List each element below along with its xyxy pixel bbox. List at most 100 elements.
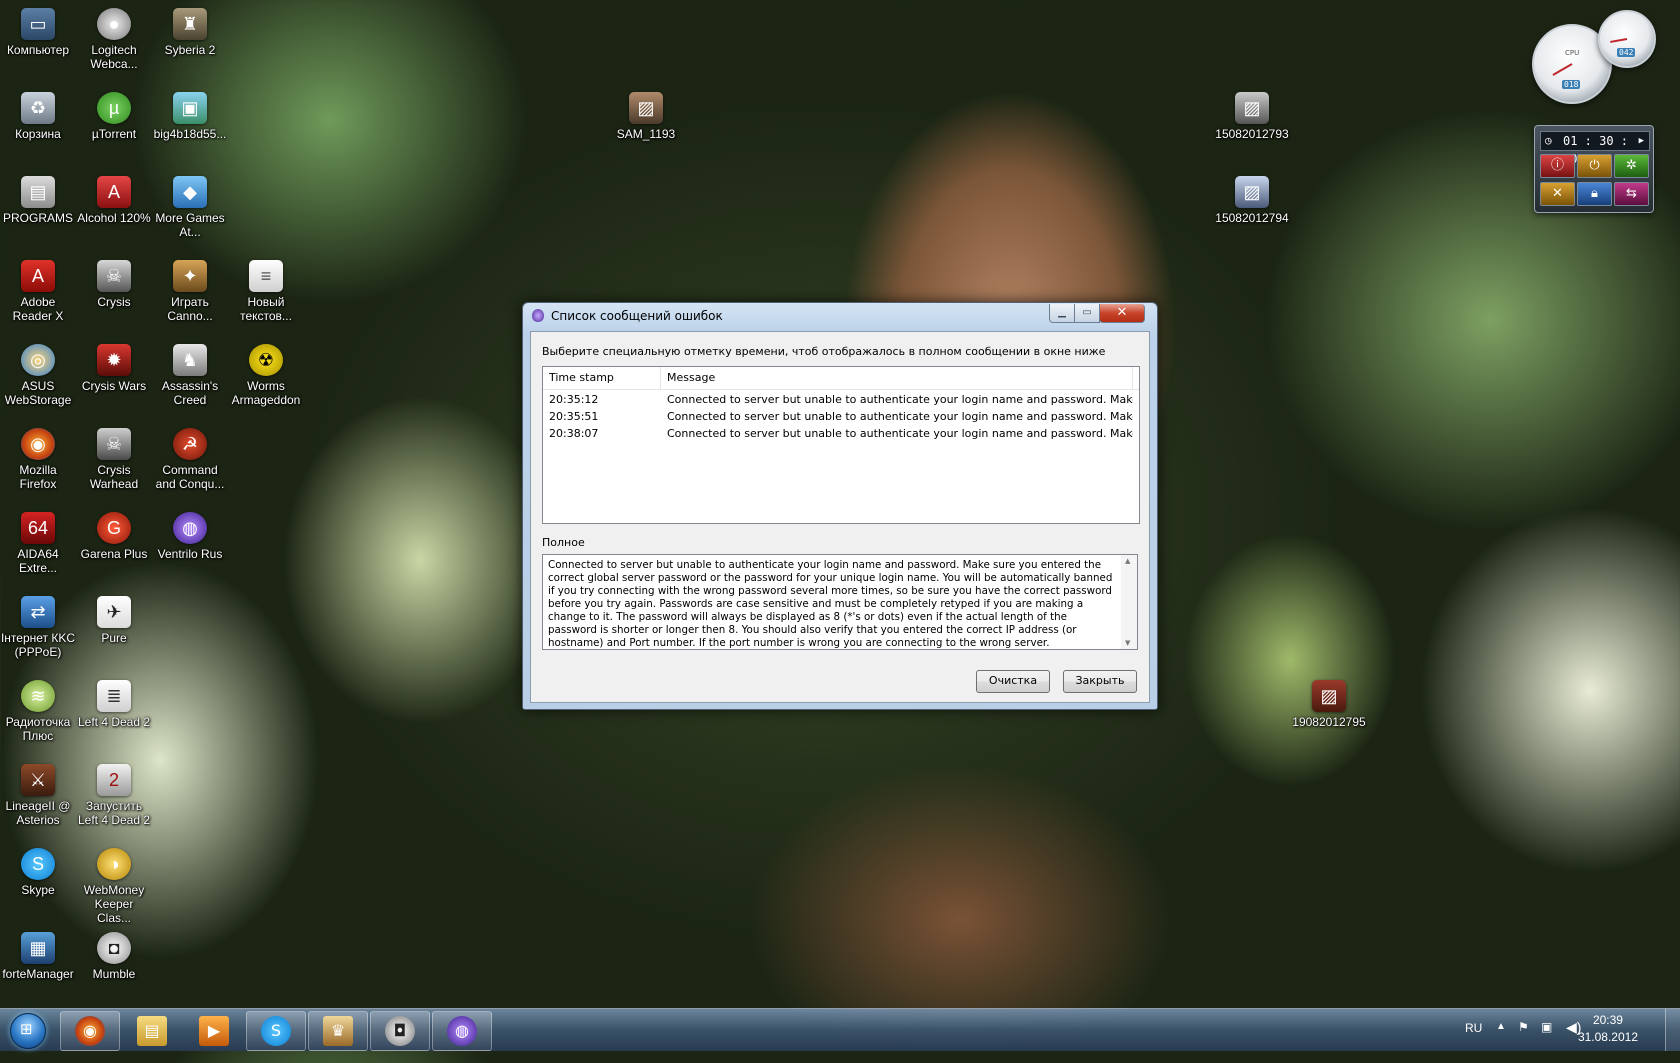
close-icon: ✕ [1116,305,1128,320]
taskbar-skype[interactable]: S [246,1011,306,1051]
taskbar-mumble[interactable]: ◘ [370,1011,430,1051]
system-clock[interactable]: 20:39 31.08.2012 [1578,1012,1638,1046]
desktop-icon-sam1193[interactable]: ▨ SAM_1193 [608,92,684,141]
taskbar-ventrilo[interactable]: ◍ [432,1011,492,1051]
clear-button[interactable]: Очистка [976,670,1050,693]
l4d2-launch-icon: 2 [97,764,131,796]
media-player-icon: ▶ [199,1016,229,1046]
taskbar-media-player[interactable]: ▶ [184,1011,244,1051]
error-list-row[interactable]: 20:35:51 Connected to server but unable … [543,408,1139,425]
desktop-icon-photo-795[interactable]: ▨ 19082012795 [1291,680,1367,729]
timer-lock-button[interactable]: 🔒︎ [1577,182,1612,206]
garena-icon: G [97,512,131,544]
full-message-label: Полное [542,536,585,549]
memory-gauge-gadget[interactable]: 042 [1598,10,1656,68]
timer-settings-button[interactable]: ✲ [1614,154,1649,178]
minimize-button[interactable]: ▁ [1049,304,1075,323]
language-indicator[interactable]: RU [1465,1021,1482,1063]
desktop-icon-crysis[interactable]: ☠ Crysis [76,260,152,309]
desktop-icon-aida64[interactable]: 64 AIDA64 Extre... [0,512,76,575]
desktop-icon-computer[interactable]: ▭ Компьютер [0,8,76,57]
desktop-icon-pure[interactable]: ✈ Pure [76,596,152,645]
row-time: 20:35:51 [549,410,599,423]
show-hidden-icons-icon[interactable]: ▲ [1496,1021,1506,1063]
game-icon: ♜ [173,8,207,40]
desktop-icon-l4d2-launch[interactable]: 2 Запустить Left 4 Dead 2 [76,764,152,827]
desktop-icon-syberia[interactable]: ♜ Syberia 2 [152,8,228,57]
l4d2-file-icon: ≣ [97,680,131,712]
desktop-icon-lineage[interactable]: ⚔ LineageII @ Asterios [0,764,76,827]
desktop-icon-crysis-wars[interactable]: ✹ Crysis Wars [76,344,152,393]
desktop-icon-fortemanager[interactable]: ▦ forteManager [0,932,76,981]
close-button[interactable]: Закрыть [1063,670,1137,693]
taskbar-firefox[interactable]: ◉ [60,1011,120,1051]
desktop-icon-ventrilo[interactable]: ◍ Ventrilo Rus [152,512,228,561]
desktop-icon-radio[interactable]: ≋ Радиоточка Плюс [0,680,76,743]
timer-power-button[interactable]: ⏻ [1577,154,1612,178]
timer-cancel-button[interactable]: ✕ [1540,182,1575,206]
maximize-button[interactable]: ▭ [1074,304,1100,323]
desktop-icon-garena[interactable]: G Garena Plus [76,512,152,561]
desktop-icon-photo-793[interactable]: ▨ 15082012793 [1214,92,1290,141]
recycle-bin-icon: ♻ [21,92,55,124]
error-messages-dialog: Список сообщений ошибок ▁ ▭ ✕ Выберите с… [522,302,1158,710]
timer-info-button[interactable]: ⓘ [1540,154,1575,178]
timer-switch-button[interactable]: ⇆ [1614,182,1649,206]
assassins-creed-icon: ♞ [173,344,207,376]
ventrilo-app-icon [532,309,544,322]
taskbar-explorer[interactable]: ▤ [122,1011,182,1051]
desktop-icon-internet[interactable]: ⇄ Інтернет КKC (PPPoE) [0,596,76,659]
desktop-icon-adobe[interactable]: A Adobe Reader X [0,260,76,323]
desktop-icon-new-text[interactable]: ≡ Новый текстов... [228,260,304,323]
clock-date: 31.08.2012 [1577,1030,1638,1044]
column-header-message[interactable]: Message [661,367,1133,389]
computer-icon: ▭ [21,8,55,40]
desktop-icon-alcohol[interactable]: A Alcohol 120% [76,176,152,225]
desktop-icon-worms[interactable]: ☢ Worms Armageddon [228,344,304,407]
show-desktop-button[interactable] [1665,1009,1680,1051]
dialog-titlebar[interactable]: Список сообщений ошибок ▁ ▭ ✕ [523,303,1157,329]
skype-icon: S [261,1016,291,1046]
scroll-up-icon[interactable]: ▲ [1125,557,1130,565]
action-center-flag-icon[interactable]: ⚑ [1518,1020,1529,1062]
error-list-row[interactable]: 20:35:12 Connected to server but unable … [543,391,1139,408]
desktop-icon-more-games[interactable]: ◆ More Games At... [152,176,228,239]
webmoney-icon: ◑ [97,848,131,880]
desktop-icon-cannon[interactable]: ✦ Играть Canno... [152,260,228,323]
desktop-icon-big4b[interactable]: ▣ big4b18d55... [152,92,228,141]
desktop-icon-assassins[interactable]: ♞ Assassin's Creed [152,344,228,407]
command-conquer-icon: ☭ [173,428,207,460]
desktop-icon-utorrent[interactable]: µ µTorrent [76,92,152,141]
alcohol-icon: A [97,176,131,208]
start-button[interactable]: ⊞ [2,1010,52,1050]
lock-icon: 🔒︎ [1591,186,1598,201]
full-message-scrollbar[interactable]: ▲ ▼ [1121,555,1137,649]
desktop-icon-skype[interactable]: S Skype [0,848,76,897]
network-icon[interactable]: ▣ [1541,1020,1552,1062]
column-header-time[interactable]: Time stamp [543,367,661,389]
games-icon: ◆ [173,176,207,208]
scroll-down-icon[interactable]: ▼ [1125,639,1130,647]
error-list-row[interactable]: 20:38:07 Connected to server but unable … [543,425,1139,442]
desktop-icon-logitech[interactable]: ● Logitech Webca... [76,8,152,71]
desktop-icon-l4d2[interactable]: ≣ Left 4 Dead 2 [76,680,152,729]
desktop-icon-firefox[interactable]: ◉ Mozilla Firefox [0,428,76,491]
full-message-textbox[interactable]: Connected to server but unable to authen… [542,554,1138,650]
desktop-icon-crysis-warhead[interactable]: ☠ Crysis Warhead [76,428,152,491]
fortemanager-icon: ▦ [21,932,55,964]
desktop-icon-webmoney[interactable]: ◑ WebMoney Keeper Clas... [76,848,152,925]
desktop-icon-command-conquer[interactable]: ☭ Command and Conqu... [152,428,228,491]
instruction-text: Выберите специальную отметку времени, чт… [542,345,1106,358]
desktop-icon-mumble[interactable]: ◘ Mumble [76,932,152,981]
shutdown-timer-gadget[interactable]: ◷ 01 : 30 : 00 ▶ ⓘ ⏻ ✲ ✕ 🔒︎ ⇆ [1534,125,1654,213]
windows-logo-icon: ⊞ [10,1013,46,1049]
timer-display: ◷ 01 : 30 : 00 ▶ [1540,131,1650,166]
error-list[interactable]: Time stamp Message 20:35:12 Connected to… [542,366,1140,524]
play-icon[interactable]: ▶ [1639,132,1644,150]
desktop-icon-asus[interactable]: ◎ ASUS WebStorage [0,344,76,407]
desktop-icon-programs[interactable]: ▤ PROGRAMS [0,176,76,225]
desktop-icon-photo-794[interactable]: ▨ 15082012794 [1214,176,1290,225]
close-window-button[interactable]: ✕ [1099,304,1145,323]
desktop-icon-recycle-bin[interactable]: ♻ Корзина [0,92,76,141]
taskbar-game[interactable]: ♛ [308,1011,368,1051]
